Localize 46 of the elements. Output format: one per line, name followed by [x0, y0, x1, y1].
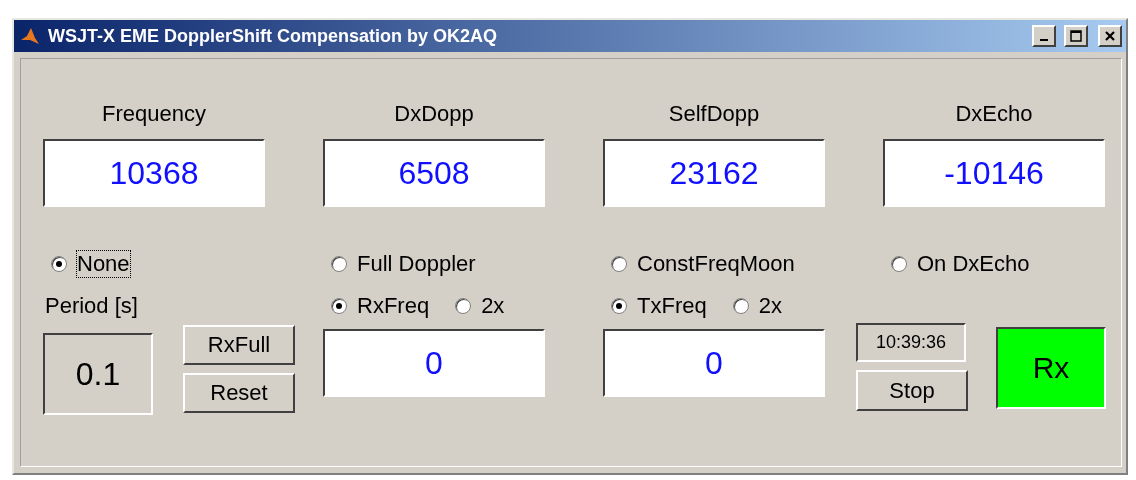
radio-option[interactable]: 2x	[732, 293, 782, 319]
radio-option[interactable]: RxFreq	[331, 293, 430, 319]
readout-label: SelfDopp	[667, 101, 761, 127]
readout-field[interactable]: -10146	[883, 139, 1105, 207]
radio-option[interactable]: 2x	[455, 293, 505, 319]
readout-field[interactable]: 10368	[43, 139, 265, 207]
close-button[interactable]	[1098, 25, 1122, 47]
radio-label: RxFreq	[357, 293, 430, 319]
readout-label: DxDopp	[393, 101, 475, 127]
period-button[interactable]: Reset	[183, 373, 295, 413]
radio-option[interactable]: TxFreq	[611, 293, 707, 319]
window-title: WSJT-X EME DopplerShift Compensation by OK2AQ	[48, 25, 499, 47]
maximize-button[interactable]	[1064, 25, 1088, 47]
period-label: Period [s]	[45, 293, 138, 319]
minimize-icon	[1040, 39, 1048, 41]
radio-label: 2x	[758, 293, 782, 319]
radio-label: 2x	[481, 293, 505, 319]
radio-button[interactable]	[331, 256, 347, 272]
maximize-icon	[1070, 30, 1082, 42]
radio-button[interactable]	[51, 256, 67, 272]
radio-button[interactable]	[611, 256, 627, 272]
close-icon	[1104, 30, 1116, 42]
readout-label: DxEcho	[954, 101, 1034, 127]
radio-button[interactable]	[455, 298, 472, 314]
radio-label: TxFreq	[637, 293, 707, 319]
minimize-button[interactable]	[1032, 25, 1056, 47]
status-indicator: Rx	[996, 327, 1106, 409]
readout-field[interactable]: 23162	[603, 139, 825, 207]
radio-button[interactable]	[331, 298, 347, 314]
stop-button[interactable]: Stop	[856, 370, 968, 411]
radio-label: On DxEcho	[917, 251, 1030, 277]
tx-offset-field[interactable]: 0	[603, 329, 825, 397]
radio-button[interactable]	[891, 256, 907, 272]
radio-option[interactable]: Full Doppler	[331, 251, 476, 277]
peak-icon	[20, 26, 40, 46]
clock-display: 10:39:36	[856, 323, 966, 362]
radio-option[interactable]: On DxEcho	[891, 251, 1030, 277]
readout-label: Frequency	[101, 101, 207, 127]
radio-button[interactable]	[611, 298, 627, 314]
radio-label: None	[77, 251, 130, 277]
period-field[interactable]: 0.1	[43, 333, 153, 415]
readout-field[interactable]: 6508	[323, 139, 545, 207]
rx-offset-field[interactable]: 0	[323, 329, 545, 397]
radio-option[interactable]: None	[51, 251, 130, 277]
period-button[interactable]: RxFull	[183, 325, 295, 365]
radio-label: Full Doppler	[357, 251, 476, 277]
